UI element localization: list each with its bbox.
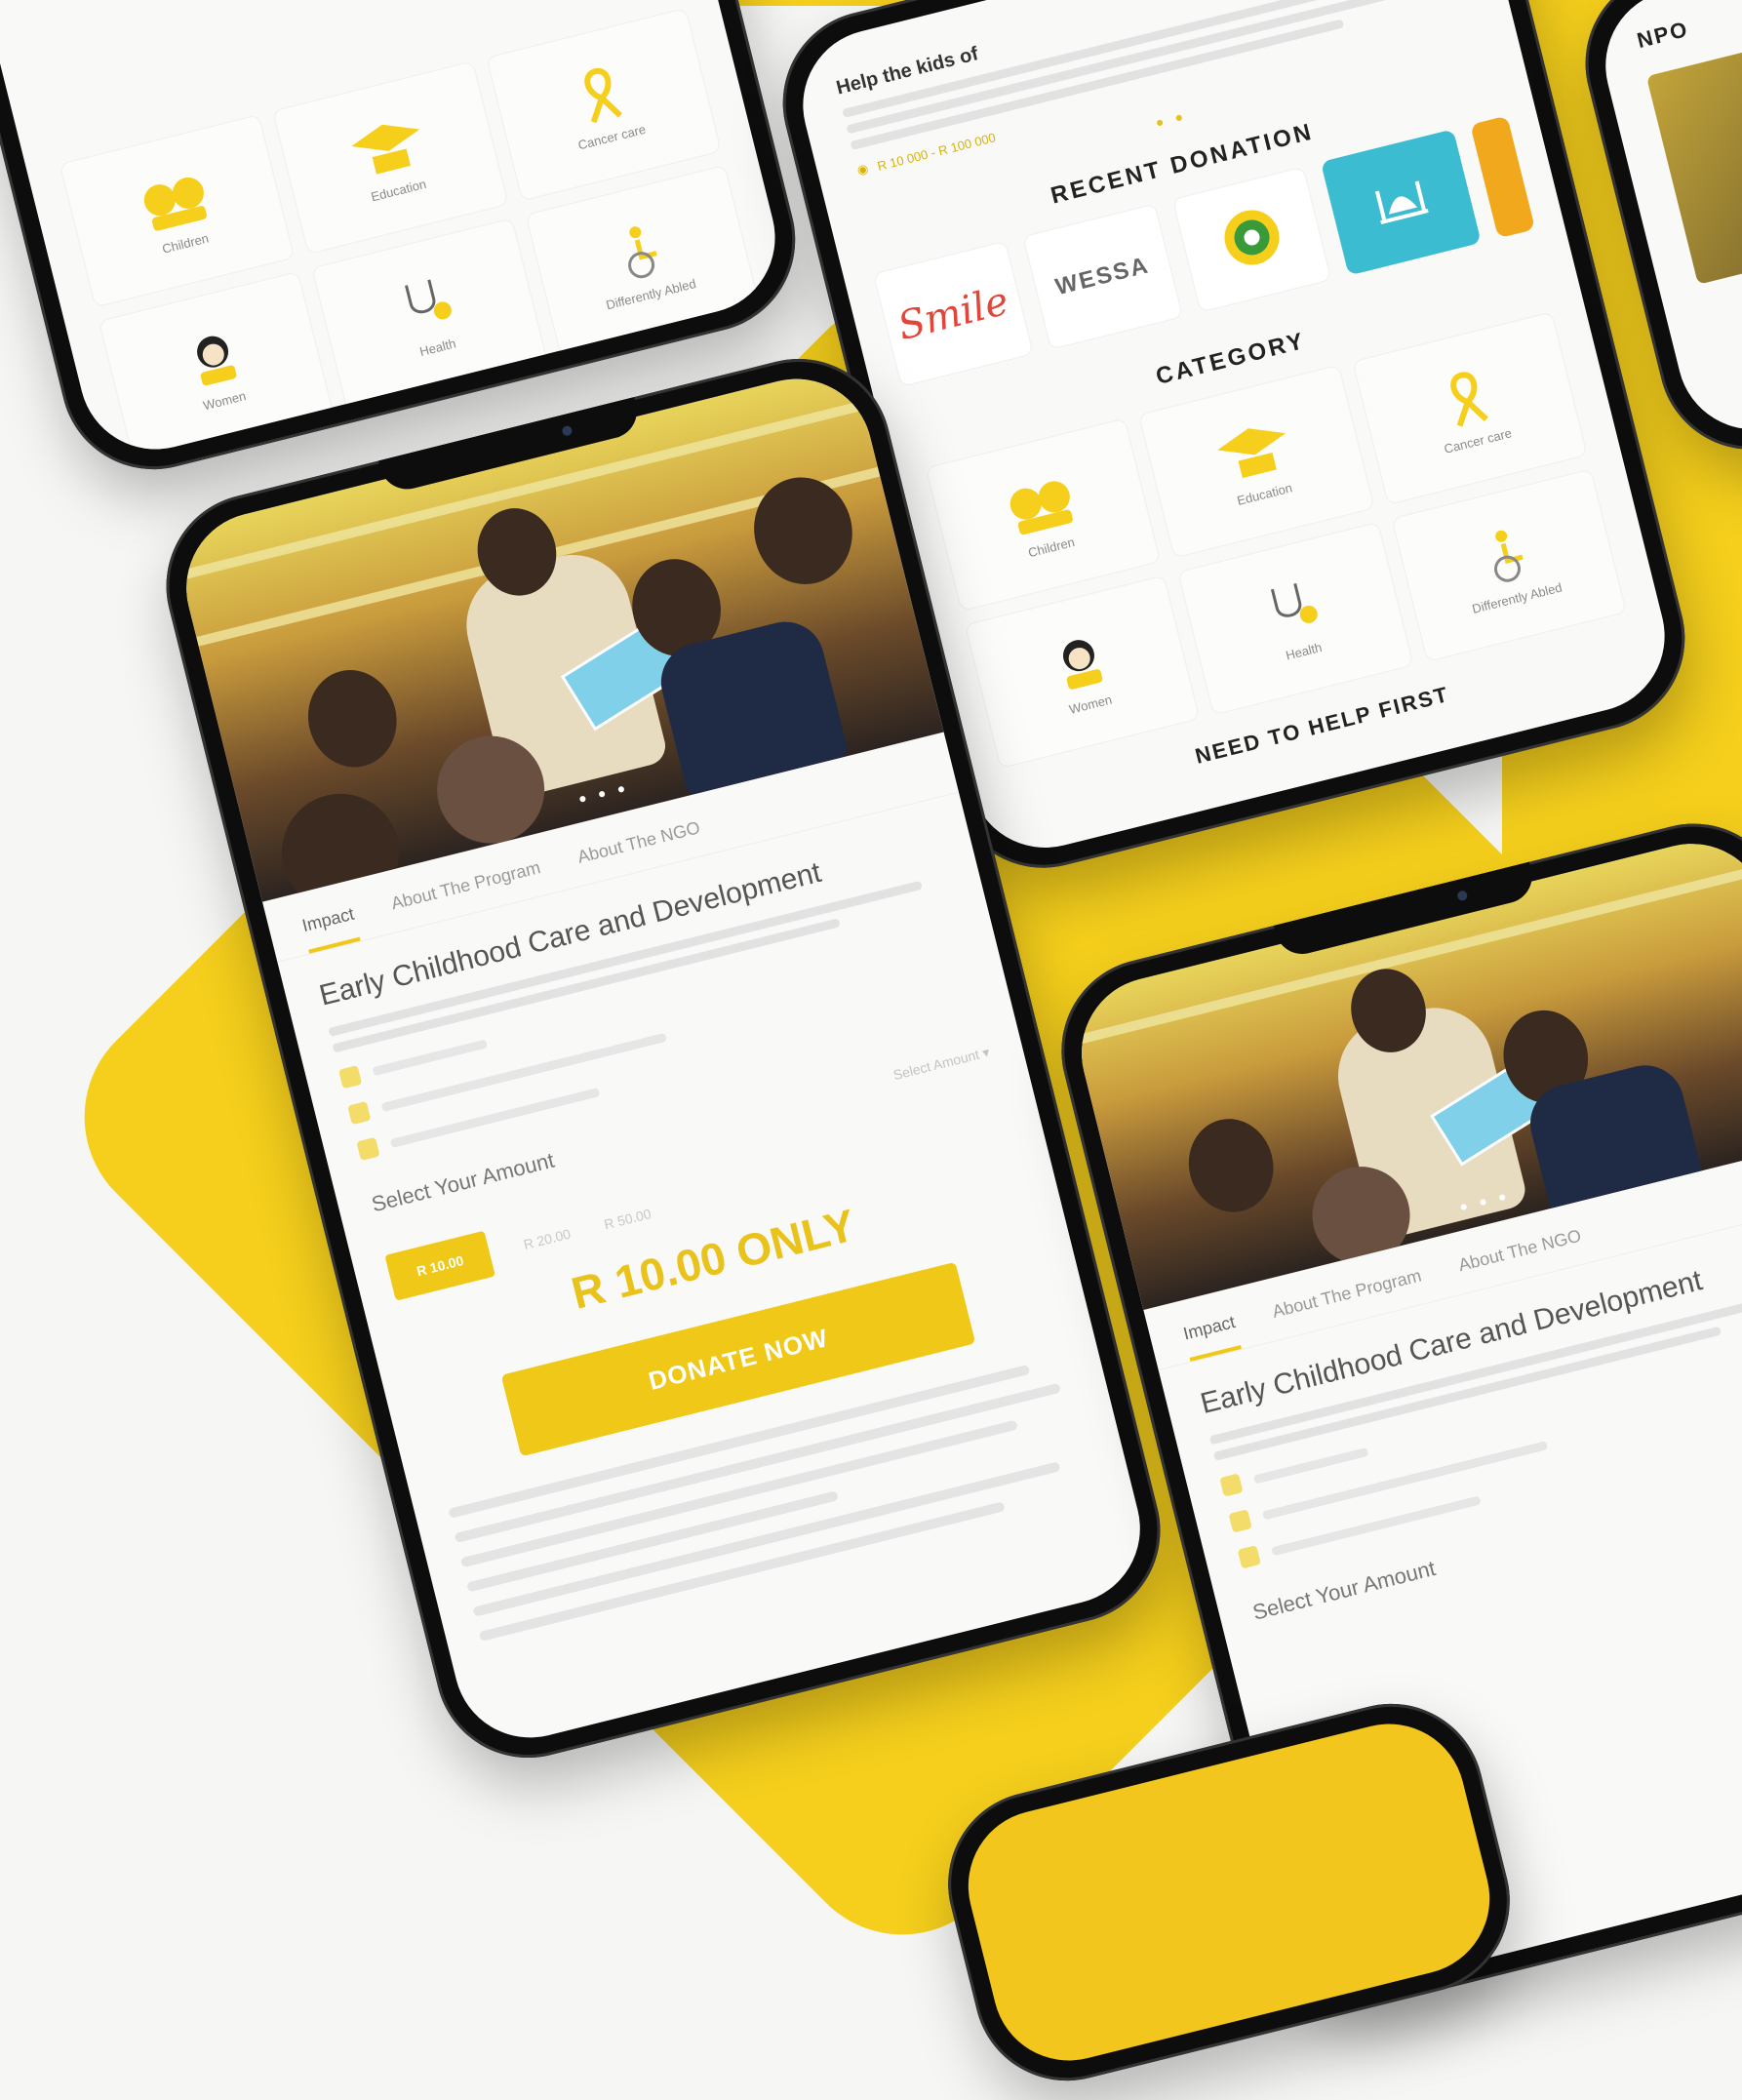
logo-wessa[interactable]: WESSA	[1022, 203, 1183, 350]
woman-icon	[1045, 625, 1116, 696]
category-health[interactable]: Health	[1177, 521, 1414, 716]
graduation-cap-icon	[1208, 413, 1298, 489]
category-icon	[1219, 1473, 1244, 1497]
category-differently-abled[interactable]: Differently Abled	[525, 164, 762, 359]
child-head-shape	[1178, 1109, 1284, 1221]
ribbon-icon	[1432, 362, 1503, 433]
smile-logo-text: Smile	[893, 278, 1013, 350]
graduation-cap-icon	[342, 109, 432, 185]
money-icon	[1237, 1545, 1261, 1569]
ribbon-icon	[566, 59, 637, 130]
npo-heading: NPO	[1634, 16, 1691, 54]
location-pin-icon	[347, 1100, 372, 1126]
category-icon	[337, 1065, 363, 1090]
logo-partial[interactable]	[1470, 115, 1536, 239]
child-head-shape	[742, 466, 864, 595]
children-icon	[130, 162, 219, 238]
stethoscope-icon	[391, 268, 462, 339]
camera-dot	[1456, 890, 1469, 902]
woman-icon	[178, 322, 250, 393]
category-label: Education	[369, 176, 428, 204]
category-cancer-care[interactable]: Cancer care	[1351, 311, 1588, 505]
chevron-down-icon: ▾	[980, 1043, 992, 1060]
children-icon	[996, 466, 1086, 542]
child-head-shape	[297, 660, 408, 777]
info-text-placeholder	[1252, 1446, 1369, 1485]
location-pin-icon	[1228, 1509, 1252, 1533]
mosque-icon	[1361, 164, 1442, 240]
category-women[interactable]: Women	[98, 270, 335, 465]
category-differently-abled[interactable]: Differently Abled	[1391, 468, 1627, 663]
category-health[interactable]: Health	[311, 218, 548, 413]
stethoscope-icon	[1257, 573, 1328, 644]
category-label: Health	[417, 335, 457, 359]
logo-smile[interactable]: Smile	[872, 240, 1034, 388]
npo-image[interactable]	[1645, 28, 1742, 285]
category-label: Women	[1067, 692, 1114, 717]
category-grid: Children Education Cancer care Women Hea…	[893, 303, 1659, 776]
category-label: Women	[201, 387, 248, 413]
wheelchair-icon	[605, 216, 676, 287]
emblem-icon	[1210, 196, 1294, 284]
amount-dropdown-placeholder: Select Amount	[891, 1046, 981, 1083]
category-label: Health	[1284, 639, 1324, 663]
money-icon: ◉	[855, 160, 870, 178]
select-amount-label: Select Your Amount	[1249, 1555, 1439, 1625]
money-icon	[356, 1136, 380, 1162]
select-amount-label: Select Your Amount	[369, 1147, 557, 1217]
camera-dot	[561, 424, 574, 437]
amount-dropdown[interactable]: Select Amount ▾	[891, 1044, 991, 1084]
category-label: Children	[1026, 534, 1077, 560]
category-education[interactable]: Education	[1138, 364, 1375, 559]
wheelchair-icon	[1471, 519, 1542, 590]
logo-emblem[interactable]	[1171, 166, 1332, 313]
amount-option[interactable]: R 20.00	[522, 1226, 572, 1252]
amount-option[interactable]: R 50.00	[603, 1206, 653, 1232]
category-children[interactable]: Children	[925, 417, 1162, 612]
wessa-logo-text: WESSA	[1052, 252, 1153, 301]
logo-mosque[interactable]	[1321, 129, 1483, 276]
category-label: Education	[1235, 479, 1294, 508]
category-women[interactable]: Women	[964, 575, 1201, 770]
hero-carousel-dots[interactable]: ● ● ●	[576, 779, 630, 807]
info-text-placeholder	[372, 1038, 488, 1076]
category-label: Children	[160, 230, 211, 257]
